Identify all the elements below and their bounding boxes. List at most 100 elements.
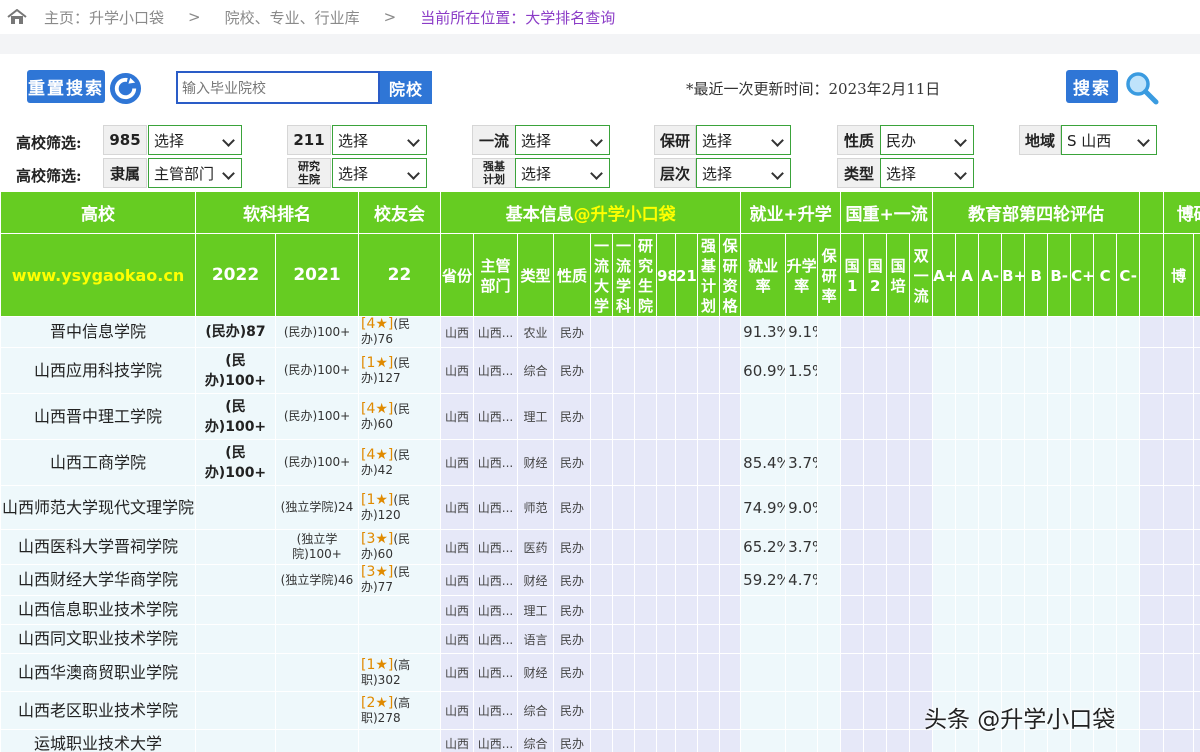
col-province: 省份 xyxy=(440,233,474,317)
brand-highlight: @升学小口袋 xyxy=(573,205,676,225)
nature-cell: 民办 xyxy=(553,529,591,565)
empty-cell xyxy=(1024,624,1049,654)
empty-cell xyxy=(817,347,842,394)
school-name-link[interactable]: 晋中信息学院 xyxy=(0,316,196,348)
filter-xingzhi-select[interactable]: 民办 xyxy=(880,125,974,155)
nature-cell: 民办 xyxy=(553,564,591,596)
empty-cell xyxy=(1093,485,1118,530)
filter-qiangji-select[interactable]: 选择 xyxy=(515,158,610,188)
col-alumni-22[interactable]: 22 xyxy=(358,233,441,317)
rank-2022-cell xyxy=(195,564,276,596)
school-search-button[interactable]: 院校 xyxy=(380,71,432,104)
empty-cell xyxy=(932,347,957,394)
search-button[interactable]: 搜索 xyxy=(1066,70,1118,103)
col-nature: 性质 xyxy=(553,233,591,317)
empty-cell xyxy=(1047,624,1072,654)
school-name-link[interactable]: 运城职业技术大学 xyxy=(0,729,196,752)
filter-yiliu-select[interactable]: 选择 xyxy=(515,125,610,155)
filter-yanjiusheng-label-line: 生院 xyxy=(298,173,320,186)
col-rank-2021[interactable]: 2021 xyxy=(275,233,359,317)
col-shengxue[interactable]: 升学率 xyxy=(785,233,819,317)
col-rank-2022[interactable]: 2022 xyxy=(195,233,276,317)
empty-cell xyxy=(1163,393,1195,440)
filter-211-select[interactable]: 选择 xyxy=(332,125,427,155)
table-row[interactable]: 山西师范大学现代文理学院 (独立学院)24 [1★](民办)120 山西 山西... 师范… xyxy=(0,485,1200,530)
school-name-link[interactable]: 山西医科大学晋祠学院 xyxy=(0,529,196,565)
empty-cell xyxy=(718,653,742,692)
type-cell: 财经 xyxy=(517,653,554,692)
school-name-link[interactable]: 山西应用科技学院 xyxy=(0,347,196,394)
table-row[interactable]: 山西晋中理工学院 (民办)100+ (民办)100+ [4★](民办)60 山西 山西..… xyxy=(0,393,1200,440)
empty-cell xyxy=(697,316,720,348)
empty-cell xyxy=(697,393,720,440)
empty-cell xyxy=(1139,595,1165,625)
table-row[interactable]: 山西医科大学晋祠学院 (独立学院)100+ [3★](民办)60 山西 山西... 医药民… xyxy=(0,529,1200,565)
school-name-link[interactable]: 山西工商学院 xyxy=(0,439,196,486)
empty-cell xyxy=(886,653,911,692)
breadcrumb-home-link[interactable]: 主页：升学小口袋 xyxy=(44,7,164,28)
type-cell: 综合 xyxy=(517,729,554,752)
school-name-link[interactable]: 山西财经大学华商学院 xyxy=(0,564,196,596)
breadcrumb-library-link[interactable]: 院校、专业、行业库 xyxy=(225,7,360,28)
filter-985-select[interactable]: 选择 xyxy=(148,125,242,155)
empty-cell xyxy=(634,624,657,654)
empty-cell xyxy=(1093,595,1118,625)
filter-leixing-select[interactable]: 选择 xyxy=(880,158,974,188)
empty-cell xyxy=(675,393,698,440)
table-row[interactable]: 山西信息职业技术学院 山西 山西... 理工 民办 xyxy=(0,595,1200,625)
empty-cell xyxy=(1193,393,1200,440)
col-group-employment: 就业+升学 xyxy=(740,191,842,234)
table-row[interactable]: 山西华澳商贸职业学院 [1★](高职)302 山西 山西... 财经 民办 xyxy=(0,653,1200,692)
refresh-icon[interactable] xyxy=(109,72,142,105)
school-name-link[interactable]: 山西同文职业技术学院 xyxy=(0,624,196,654)
filter-lishu-select[interactable]: 主管部门 xyxy=(148,158,242,188)
empty-cell xyxy=(612,729,635,752)
site-url[interactable]: www.ysygaokao.cn xyxy=(0,233,196,317)
empty-cell xyxy=(955,316,980,348)
filter-yanjiusheng-select[interactable]: 选择 xyxy=(332,158,427,188)
table-row[interactable]: 山西财经大学华商学院 (独立学院)46 [3★](民办)77 山西 山西... 财经 民办 5… xyxy=(0,564,1200,596)
progression-rate-cell xyxy=(785,729,819,752)
empty-cell xyxy=(932,529,957,565)
school-name-link[interactable]: 山西信息职业技术学院 xyxy=(0,595,196,625)
col-bo: 博 xyxy=(1163,233,1195,317)
filter-cengci-select[interactable]: 选择 xyxy=(696,158,791,188)
empty-cell xyxy=(1116,529,1141,565)
empty-cell xyxy=(932,564,957,596)
empty-cell xyxy=(675,316,698,348)
col-jiuye[interactable]: 就业率 xyxy=(740,233,787,317)
alumni-cell: [1★](民办)120 xyxy=(358,485,441,530)
province-cell: 山西 xyxy=(440,564,474,596)
reset-search-button[interactable]: 重置搜索 xyxy=(27,70,105,103)
home-icon[interactable] xyxy=(6,9,28,25)
rank-2022-cell: (民办)100+ xyxy=(195,347,276,394)
school-name-link[interactable]: 山西老区职业技术学院 xyxy=(0,691,196,730)
table-row[interactable]: 山西工商学院 (民办)100+ (民办)100+ [4★](民办)42 山西 山西... 财… xyxy=(0,439,1200,486)
empty-cell xyxy=(656,485,676,530)
filter-baoyan-select[interactable]: 选择 xyxy=(696,125,791,155)
table-row[interactable]: 晋中信息学院 (民办)87 (民办)100+ [4★](民办)76 山西 山西... 农业民… xyxy=(0,316,1200,348)
col-baoyan-lv[interactable]: 保研率 xyxy=(817,233,842,317)
empty-cell xyxy=(718,485,742,530)
empty-cell xyxy=(1116,691,1141,730)
school-name-link[interactable]: 山西晋中理工学院 xyxy=(0,393,196,440)
school-search-input[interactable] xyxy=(176,71,380,104)
empty-cell xyxy=(955,564,980,596)
empty-cell xyxy=(718,316,742,348)
search-icon[interactable] xyxy=(1124,70,1160,106)
empty-cell xyxy=(634,485,657,530)
rank-2021-cell: (独立学院)24 xyxy=(275,485,359,530)
empty-cell xyxy=(675,624,698,654)
school-name-link[interactable]: 山西师范大学现代文理学院 xyxy=(0,485,196,530)
empty-cell xyxy=(840,595,865,625)
table-row[interactable]: 山西同文职业技术学院 山西 山西... 语言 民办 xyxy=(0,624,1200,654)
empty-cell xyxy=(1139,624,1165,654)
school-name-link[interactable]: 山西华澳商贸职业学院 xyxy=(0,653,196,692)
empty-cell xyxy=(590,729,613,752)
table-row[interactable]: 山西应用科技学院 (民办)100+ (民办)100+ [1★](民办)127 山西 山西.… xyxy=(0,347,1200,394)
empty-cell xyxy=(1163,729,1195,752)
filter-diyu-select[interactable]: S 山西 xyxy=(1061,125,1157,155)
empty-cell xyxy=(590,564,613,596)
empty-cell xyxy=(840,485,865,530)
dept-cell: 山西... xyxy=(473,485,518,530)
